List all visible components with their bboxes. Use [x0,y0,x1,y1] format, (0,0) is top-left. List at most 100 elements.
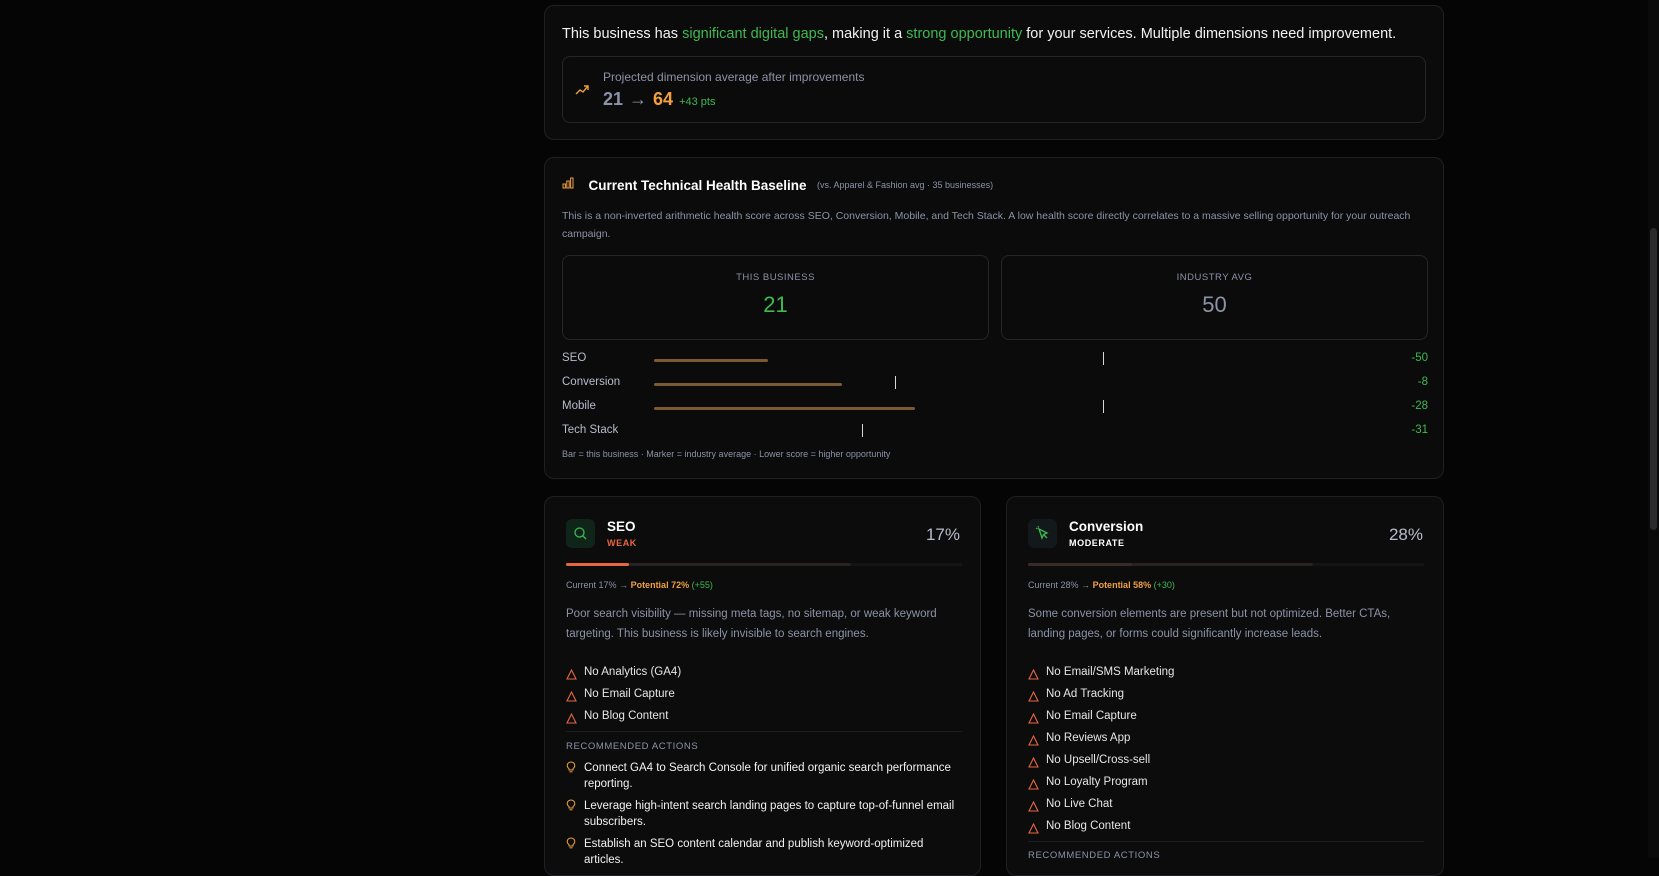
potential-arrow: → [1081,580,1091,590]
issue-item: No Ad Tracking [1028,683,1424,705]
dimension-title: SEO [607,519,636,534]
potential-gain: (+55) [691,580,713,590]
industry-avg-label: INDUSTRY AVG [1176,272,1253,283]
dimension-row-tech-stack: Tech Stack -31 [562,422,1428,442]
potential-line: Current 17% → Potential 72% (+55) [566,580,713,590]
issue-label: No Upsell/Cross-sell [1046,754,1151,766]
recommendation-text: Establish an SEO content calendar and pu… [584,838,924,866]
dimension-name: Conversion [562,376,621,388]
industry-avg-marker [1102,352,1104,365]
projection-arrow: → [629,89,648,109]
dimension-row-conversion: Conversion -8 [562,374,1428,394]
conversion-dimension-card: Conversion MODERATE 28% Current 28% → Po… [1006,496,1444,876]
business-score-bar [654,383,842,386]
lightbulb-icon [566,837,576,854]
highlight-opportunity: strong opportunity [906,26,1023,42]
issue-item: No Analytics (GA4) [566,661,962,683]
warning-icon [566,710,577,732]
issue-item: No Loyalty Program [1028,771,1424,793]
dimension-name: Tech Stack [562,424,619,436]
scrollbar-thumb[interactable] [1650,228,1657,530]
current-score: Current 17% [566,580,617,590]
projection-to: 64 [653,89,674,109]
dimension-progress-track [1028,563,1313,566]
trending-up-icon [575,82,589,100]
recommendation-text: Connect GA4 to Search Console for unifie… [584,762,951,790]
industry-avg-score: 50 [1202,292,1227,317]
industry-avg-score-box: INDUSTRY AVG 50 [1001,255,1428,340]
recommendation-list: Connect GA4 to Search Console for unifie… [566,760,962,874]
dimension-name: Mobile [562,400,596,412]
issue-item: No Upsell/Cross-sell [1028,749,1424,771]
lightbulb-icon [566,799,576,816]
score-difference: -28 [1411,400,1428,412]
potential-score: Potential 72% [630,580,690,590]
divider [566,731,962,732]
dimension-description: Some conversion elements are present but… [1028,608,1391,640]
seo-dimension-card: SEO WEAK 17% Current 17% → Potential 72%… [544,496,981,876]
recommendation-item: Establish an SEO content calendar and pu… [566,836,962,868]
cursor-click-icon [1028,519,1057,548]
dimension-level-badge: WEAK [607,538,637,548]
this-business-score: 21 [763,292,788,317]
highlight-gaps: significant digital gaps [682,26,824,42]
dimension-level-badge: MODERATE [1069,538,1125,548]
projection-label: Projected dimension average after improv… [603,70,865,84]
issue-label: No Email Capture [584,688,675,700]
industry-avg-marker [861,424,863,437]
issue-item: No Email Capture [566,683,962,705]
dimension-progress-track [566,563,851,566]
dimension-progress-remainder [851,563,962,566]
dimension-row-seo: SEO -50 [562,350,1428,370]
this-business-score-box: THIS BUSINESS 21 [562,255,989,340]
current-score: Current 28% [1028,580,1079,590]
issue-item: No Blog Content [1028,815,1424,837]
issue-label: No Loyalty Program [1046,776,1148,788]
this-business-label: THIS BUSINESS [736,272,815,283]
issue-item: No Blog Content [566,705,962,727]
dimension-name: SEO [562,352,587,364]
baseline-description: This is a non-inverted arithmetic health… [562,210,1411,240]
issue-label: No Email/SMS Marketing [1046,666,1175,678]
projection-values: 21 → 64 +43 pts [603,89,715,110]
dimension-description: Poor search visibility — missing meta ta… [566,608,937,640]
industry-avg-marker [895,376,897,389]
page-scrollbar[interactable] [1648,0,1659,858]
dimension-progress-fill [566,563,629,566]
issue-label: No Blog Content [584,710,669,722]
recommendation-text: Leverage high-intent search landing page… [584,800,955,828]
score-difference: -31 [1411,424,1428,436]
issue-label: No Blog Content [1046,820,1131,832]
issue-label: No Ad Tracking [1046,688,1124,700]
issue-item: No Email/SMS Marketing [1028,661,1424,683]
projection-from: 21 [603,89,624,109]
issue-label: No Email Capture [1046,710,1137,722]
potential-gain: (+30) [1153,580,1175,590]
opportunity-sentence: This business has significant digital ga… [562,26,1397,42]
baseline-subtitle: (vs. Apparel & Fashion avg · 35 business… [816,180,994,190]
score-difference: -50 [1411,352,1428,364]
potential-arrow: → [619,580,629,590]
projection-delta: +43 pts [679,96,716,108]
issue-list: No Email/SMS Marketing No Ad Tracking No… [1028,661,1424,837]
issue-label: No Live Chat [1046,798,1113,810]
issue-label: No Reviews App [1046,732,1131,744]
business-score-bar [654,359,768,362]
dimension-progress-remainder [1313,563,1424,566]
dimension-percent: 28% [1388,525,1423,544]
dimension-title: Conversion [1069,519,1144,534]
issue-item: No Email Capture [1028,705,1424,727]
business-score-bar [654,407,916,410]
baseline-title: Current Technical Health Baseline [588,177,807,193]
bar-chart-icon [562,176,578,193]
issue-label: No Analytics (GA4) [584,666,682,678]
lightbulb-icon [566,761,576,778]
projection-box: Projected dimension average after improv… [562,56,1426,123]
issue-list: No Analytics (GA4) No Email Capture No B… [566,661,962,727]
recommendation-item: Leverage high-intent search landing page… [566,798,962,830]
potential-line: Current 28% → Potential 58% (+30) [1028,580,1175,590]
recommended-actions-title: RECOMMENDED ACTIONS [566,741,699,752]
dimension-percent: 17% [925,525,960,544]
opportunity-summary-card: This business has significant digital ga… [544,5,1444,140]
dimension-progress-fill [1028,563,1132,566]
